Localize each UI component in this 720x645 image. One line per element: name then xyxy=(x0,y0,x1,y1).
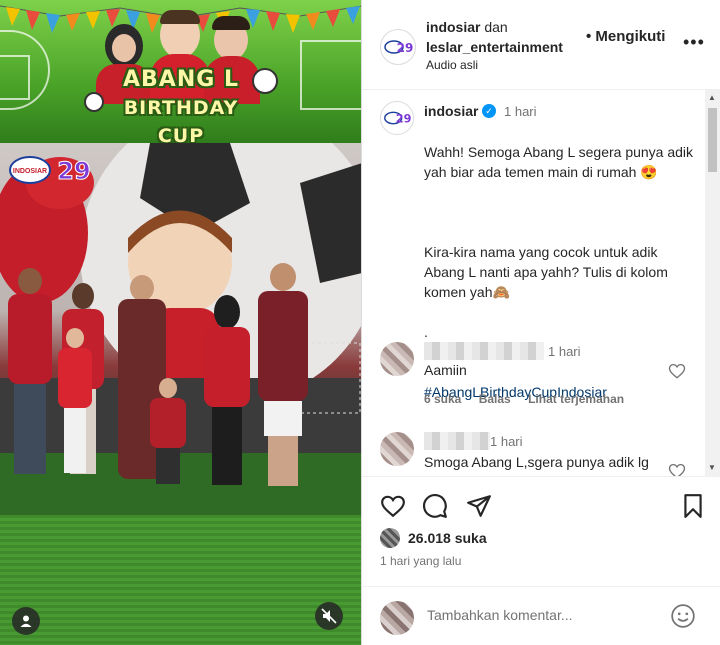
account-link-indosiar[interactable]: indosiar xyxy=(426,19,480,35)
likes-row[interactable]: 26.018 suka xyxy=(380,527,487,549)
indosiar-logo: INDOSIAR 29 xyxy=(9,156,91,186)
user-tag-button[interactable] xyxy=(12,607,40,635)
mute-button[interactable] xyxy=(315,602,343,630)
caption-time[interactable]: 1 hari xyxy=(504,104,537,119)
post-date[interactable]: 1 hari yang lalu xyxy=(380,554,461,568)
post-header: 29 indosiar dan leslar_entertainment Aud… xyxy=(362,0,720,90)
comment-heart-icon[interactable] xyxy=(668,362,686,380)
media-banner: ABANG L BIRTHDAY CUP xyxy=(0,0,361,143)
account-avatar[interactable]: 29 xyxy=(380,29,416,65)
current-user-avatar xyxy=(380,601,414,635)
verified-badge-icon: ✓ xyxy=(482,104,496,118)
following-button[interactable]: • Mengikuti xyxy=(586,28,665,45)
comment-time[interactable]: 1 hari xyxy=(490,434,523,449)
host-left xyxy=(8,268,52,478)
grass-area xyxy=(0,515,361,645)
commenter-avatar[interactable] xyxy=(380,342,414,376)
banner-person-face xyxy=(112,34,136,62)
banner-child-hair xyxy=(160,10,200,24)
indosiar-avatar-logo: 29 xyxy=(384,40,414,55)
comment-text: Smoga Abang L,sgera punya adik lg xyxy=(424,454,649,470)
caption-paragraph-1: Wahh! Semoga Abang L segera punya adik y… xyxy=(424,144,694,180)
more-options-icon[interactable]: ••• xyxy=(683,32,705,53)
field-line xyxy=(300,40,361,110)
child-left xyxy=(58,328,92,478)
comment-translate-button[interactable]: Lihat terjemahan xyxy=(528,392,624,406)
indosiar-avatar-logo: 29 xyxy=(384,111,412,126)
post-sidebar: 29 indosiar dan leslar_entertainment Aud… xyxy=(362,0,720,645)
comment-likes[interactable]: 6 suka xyxy=(424,392,461,406)
comment-reply-button[interactable]: Balas xyxy=(479,392,511,406)
field-line xyxy=(0,55,30,100)
header-accounts: indosiar dan leslar_entertainment xyxy=(426,17,563,57)
user-tag-icon xyxy=(20,615,32,627)
caption-avatar[interactable]: 29 xyxy=(380,101,414,135)
woman-center xyxy=(204,295,250,485)
comment-text: Aamiin xyxy=(424,362,467,378)
comment-input[interactable]: Tambahkan komentar... xyxy=(427,607,573,623)
scroll-up-icon[interactable]: ▲ xyxy=(708,93,716,102)
video-stage xyxy=(0,143,361,515)
post-actions: 26.018 suka 1 hari yang lalu xyxy=(362,476,720,586)
comment-meta: 6 suka Balas Lihat terjemahan xyxy=(424,392,638,406)
add-comment-bar: Tambahkan komentar... xyxy=(362,586,720,645)
caption-username[interactable]: indosiar xyxy=(424,103,478,119)
comment-time[interactable]: 1 hari xyxy=(548,344,581,359)
caption-paragraph-2: Kira-kira nama yang cocok untuk adik Aba… xyxy=(424,244,668,300)
banner-title: ABANG L BIRTHDAY CUP xyxy=(100,66,262,143)
banner-title-line1: ABANG L xyxy=(123,67,239,92)
svg-text:29: 29 xyxy=(57,157,90,185)
comments-scrollbar[interactable]: ▲ ▼ xyxy=(705,90,720,476)
scroll-down-icon[interactable]: ▼ xyxy=(708,463,716,472)
bookmark-icon[interactable] xyxy=(680,493,706,519)
comment-icon[interactable] xyxy=(422,493,448,519)
comments-panel[interactable]: 29 indosiar ✓ 1 hari Wahh! Semoga Abang … xyxy=(362,90,705,476)
post-media[interactable]: ABANG L BIRTHDAY CUP INDOSIAR 29 xyxy=(0,0,362,645)
commenter-name-blurred xyxy=(424,342,544,360)
banner-man-hair xyxy=(212,16,250,30)
account-link-leslar[interactable]: leslar_entertainment xyxy=(426,39,563,55)
man-right xyxy=(258,263,308,488)
commenter-name-blurred xyxy=(424,432,490,450)
emoji-icon[interactable] xyxy=(670,603,696,629)
svg-text:INDOSIAR: INDOSIAR xyxy=(13,168,47,175)
commenter-avatar[interactable] xyxy=(380,432,414,466)
heart-icon[interactable] xyxy=(380,493,406,519)
svg-text:29: 29 xyxy=(397,41,414,55)
mute-icon xyxy=(321,608,337,624)
svg-text:29: 29 xyxy=(396,113,412,126)
and-text: dan xyxy=(484,19,508,35)
child-center xyxy=(150,378,186,488)
likes-count[interactable]: 26.018 suka xyxy=(408,530,487,546)
share-icon[interactable] xyxy=(466,493,492,519)
liker-avatar xyxy=(380,528,400,548)
comment-heart-icon[interactable] xyxy=(668,462,686,476)
audio-link[interactable]: Audio asli xyxy=(426,58,478,72)
banner-title-line2: BIRTHDAY CUP xyxy=(123,97,239,143)
scroll-thumb[interactable] xyxy=(708,108,717,172)
